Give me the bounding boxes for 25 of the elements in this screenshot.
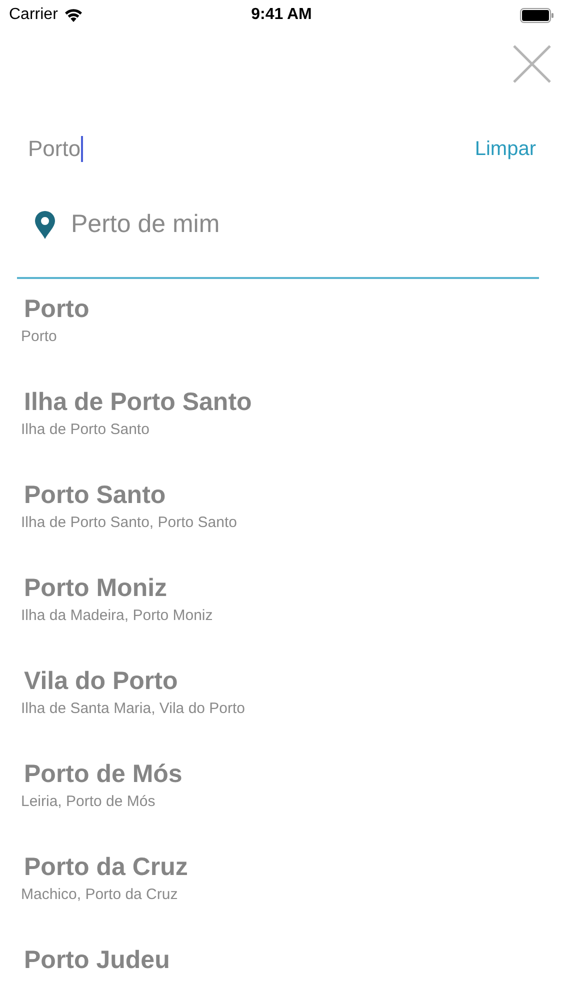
status-time: 9:41 AM [251,6,312,24]
result-title[interactable]: Ilha de Porto Santo [24,388,563,417]
result-title[interactable]: Porto Santo [24,481,563,510]
close-button[interactable] [512,44,552,84]
result-subtitle: Leiria, Porto de Mós [21,793,156,810]
search-field[interactable]: Porto [28,136,83,162]
close-icon [512,44,552,84]
result-subtitle: Porto [21,328,58,345]
result-title[interactable]: Porto Moniz [24,574,563,603]
wifi-icon [64,8,83,22]
battery-icon [520,8,554,22]
result-subtitle: Machico, Porto da Cruz [21,886,179,903]
result-subtitle: Ilha de Porto Santo, Porto Santo [21,514,238,531]
result-title[interactable]: Porto Judeu [24,946,563,975]
result-title[interactable]: Vila do Porto [24,667,563,696]
location-pin-icon [35,210,55,238]
result-subtitle: Ilha da Madeira, Porto Moniz [21,607,214,624]
result-title[interactable]: Porto [24,295,563,324]
result-title[interactable]: Porto da Cruz [24,853,563,882]
result-subtitle: Ilha de Porto Santo [21,421,150,438]
clear-button[interactable]: Limpar [474,138,536,160]
result-title[interactable]: Porto de Mós [24,760,563,789]
carrier-label: Carrier [9,6,58,24]
nearby-button[interactable]: Perto de mim [35,210,220,239]
result-subtitle: Ilha de Santa Maria, Vila do Porto [21,700,246,717]
